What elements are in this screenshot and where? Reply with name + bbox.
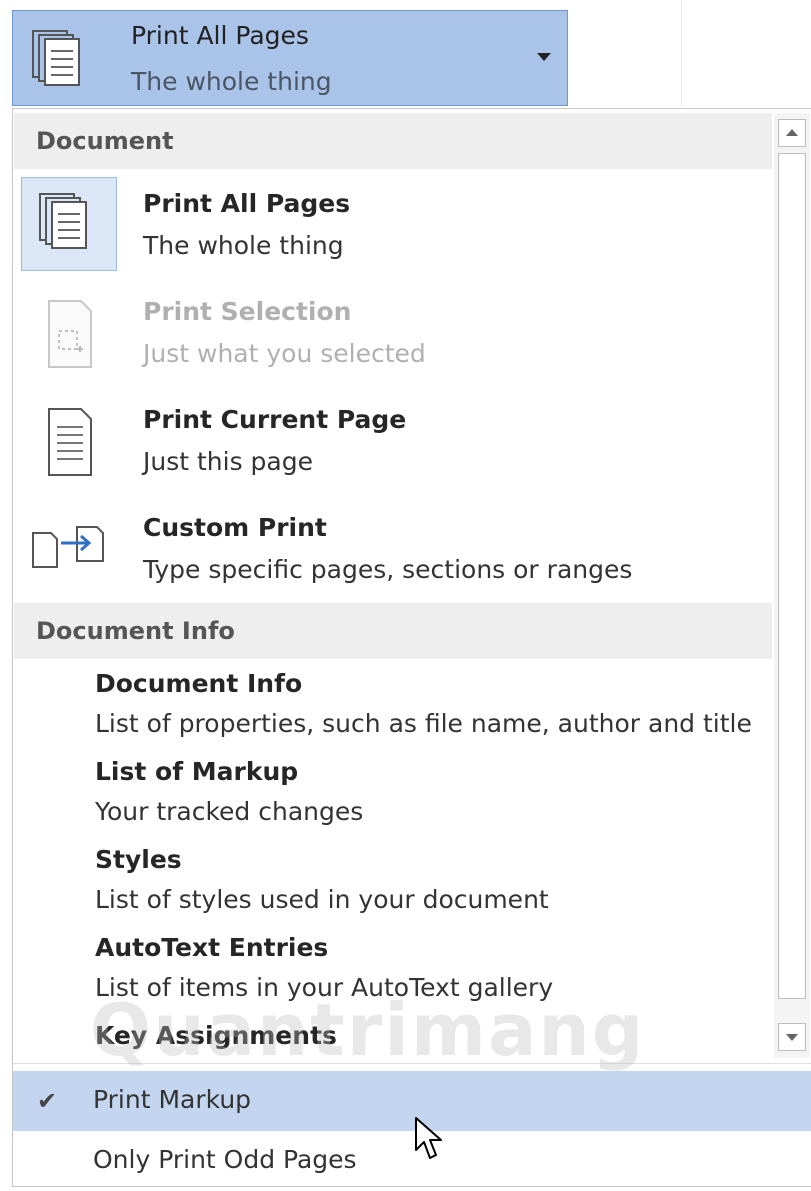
scrollbar[interactable] <box>774 113 810 1058</box>
divider <box>13 1063 811 1064</box>
scroll-up-arrow-icon[interactable] <box>778 119 806 147</box>
menu-item-print-current-page[interactable]: Print Current Page Just this page <box>13 395 773 495</box>
item-title: List of Markup <box>95 757 299 786</box>
menu-item-print-all-pages[interactable]: Print All Pages The whole thing <box>13 177 773 277</box>
single-page-icon <box>48 408 92 476</box>
scroll-down-arrow-icon[interactable] <box>778 1023 806 1051</box>
checkmark-icon: ✔ <box>37 1087 58 1115</box>
option-only-print-odd-pages[interactable]: Only Print Odd Pages <box>13 1131 811 1191</box>
item-title: Styles <box>95 845 182 874</box>
divider <box>681 0 682 106</box>
section-header-document-info: Document Info <box>14 603 772 659</box>
selection-page-icon <box>48 300 92 368</box>
print-range-dropdown[interactable]: Print All Pages The whole thing <box>12 10 568 106</box>
option-print-markup[interactable]: ✔ Print Markup <box>13 1071 811 1131</box>
item-title: Key Assignments <box>95 1021 337 1050</box>
dropdown-subtitle: The whole thing <box>131 67 332 96</box>
pages-stack-icon <box>31 29 91 95</box>
item-description: List of styles used in your document <box>95 885 549 914</box>
item-description: The whole thing <box>143 231 344 260</box>
item-title: Document Info <box>95 669 303 698</box>
item-description: Just this page <box>143 447 313 476</box>
menu-item-key-assignments[interactable]: Key Assignments <box>13 1017 773 1061</box>
item-description: Your tracked changes <box>95 797 364 826</box>
item-description: List of items in your AutoText gallery <box>95 973 554 1002</box>
item-icon-frame <box>21 177 117 271</box>
item-title: Custom Print <box>143 513 327 542</box>
item-title: Print Current Page <box>143 405 407 434</box>
item-description: Just what you selected <box>143 339 426 368</box>
option-label: Print Markup <box>93 1085 252 1114</box>
scrollbar-thumb[interactable] <box>778 153 806 999</box>
menu-item-autotext-entries[interactable]: AutoText Entries List of items in your A… <box>13 929 773 1017</box>
menu-item-list-of-markup[interactable]: List of Markup Your tracked changes <box>13 753 773 841</box>
chevron-down-icon <box>537 53 551 61</box>
print-range-menu: Document Print All Pages The whole thing <box>12 108 811 1187</box>
pages-stack-icon <box>39 193 87 249</box>
menu-item-styles[interactable]: Styles List of styles used in your docum… <box>13 841 773 929</box>
mouse-pointer-icon <box>414 1116 444 1166</box>
item-title: AutoText Entries <box>95 933 329 962</box>
menu-item-print-selection: Print Selection Just what you selected <box>13 287 773 387</box>
item-description: Type specific pages, sections or ranges <box>143 555 633 584</box>
section-header-document: Document <box>14 113 772 169</box>
item-title: Print All Pages <box>143 189 351 218</box>
item-title: Print Selection <box>143 297 352 326</box>
option-label: Only Print Odd Pages <box>93 1145 357 1174</box>
menu-item-custom-print[interactable]: Custom Print Type specific pages, sectio… <box>13 503 773 603</box>
custom-print-icon <box>32 526 104 568</box>
menu-item-document-info[interactable]: Document Info List of properties, such a… <box>13 665 773 753</box>
dropdown-title: Print All Pages <box>131 21 309 50</box>
item-description: List of properties, such as file name, a… <box>95 709 752 738</box>
